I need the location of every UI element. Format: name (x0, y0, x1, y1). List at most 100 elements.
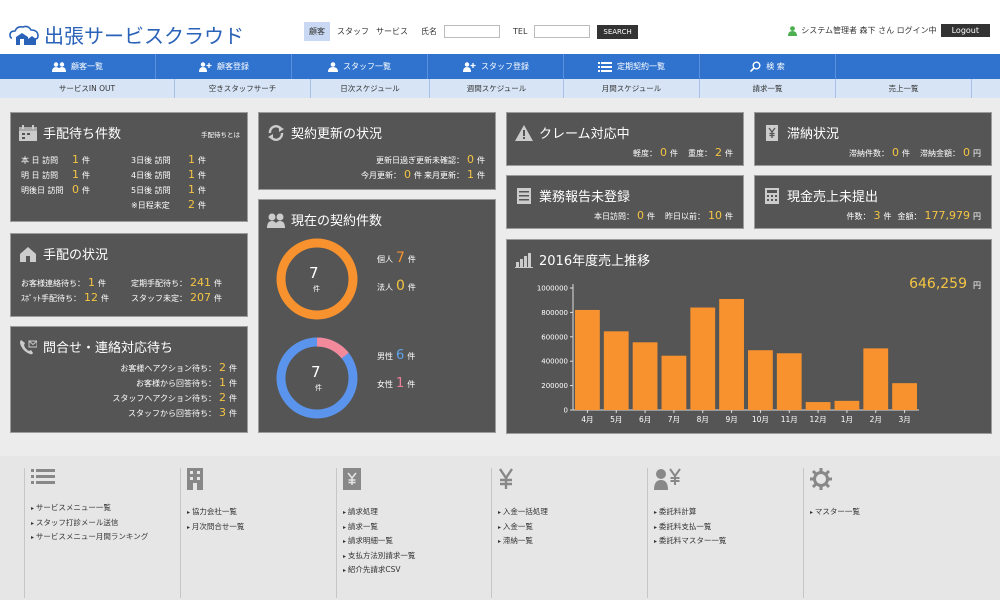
row-value: 3 (873, 209, 881, 222)
row-label: 滞納金額： (920, 149, 960, 158)
tab-customer[interactable]: 顧客 (304, 22, 330, 41)
logout-button[interactable]: Logout (940, 24, 990, 37)
subnav-sales-list[interactable]: 売上一覧 (836, 79, 972, 98)
row-unit: 件 (198, 201, 206, 210)
footer-link[interactable]: 紹介先請求CSV (343, 563, 491, 578)
wait-row: ※日程未定 2 件 (131, 198, 206, 211)
row-unit: 件 (883, 212, 892, 221)
calculator-icon (765, 187, 779, 204)
tehai-wait-card[interactable]: 手配待ち件数 手配待ちとは 本 日 訪問 1 件 明 日 訪問 1 件 明後日 訪問 0 件… (10, 112, 248, 222)
nav-customer-register[interactable]: 顧客登録 (156, 54, 292, 79)
menu-list-icon (31, 469, 55, 484)
row-value: 1 (219, 376, 226, 389)
subnav-service-inout[interactable]: サービスIN OUT (0, 79, 175, 98)
row-unit: 件 (477, 156, 485, 165)
row-unit: 件 (101, 294, 109, 303)
row-unit: 件 (414, 171, 422, 180)
footer-link[interactable]: 委託料マスター一覧 (654, 534, 803, 549)
subnav-invoice-list[interactable]: 請求一覧 (700, 79, 836, 98)
tel-input[interactable] (534, 25, 591, 38)
user-area: システム管理者 森下 さん ログイン中 Logout (788, 24, 990, 37)
bar (690, 307, 716, 410)
subnav-available-staff[interactable]: 空きスタッフサーチ (175, 79, 311, 98)
card-title: 現在の契約件数 (267, 210, 382, 229)
nav-staff-register[interactable]: スタッフ登録 (428, 54, 564, 79)
footer-link[interactable]: サービスメニュー月間ランキング (31, 530, 180, 545)
footer-link[interactable]: 協力会社一覧 (187, 505, 336, 520)
search-button[interactable]: SEARCH (597, 24, 638, 39)
subnav-daily-schedule[interactable]: 日次スケジュール (311, 79, 430, 98)
row-label: お客様連絡待ち： (21, 279, 85, 288)
claim-card[interactable]: クレーム対応中 軽度： 0 件重度： 2 件 (506, 112, 744, 166)
tehai-help-link[interactable]: 手配待ちとは (201, 129, 240, 139)
card-title: クレーム対応中 (515, 123, 630, 142)
y-tick-label: 800000 (541, 309, 568, 317)
tab-staff[interactable]: スタッフ (337, 26, 369, 37)
row-value: 1 (467, 168, 474, 181)
nav-customer-list[interactable]: 顧客一覧 (0, 54, 156, 79)
row-unit: 件 (229, 379, 237, 388)
card-title: 契約更新の状況 (267, 123, 382, 142)
footer-link[interactable]: 入金一括処理 (498, 505, 647, 520)
footer-link[interactable]: 請求一覧 (343, 520, 491, 535)
subnav-empty (972, 79, 1000, 98)
footer-link[interactable]: 滞納一覧 (498, 534, 647, 549)
nav-contract-list[interactable]: 定期契約一覧 (564, 54, 700, 79)
cash-card[interactable]: 現金売上未提出 件数： 3 件金額： 177,979 円 (754, 175, 992, 229)
status-row: 定期手配待ち： 241 件 (131, 276, 222, 289)
footer-link[interactable]: 月次問合せ一覧 (187, 520, 336, 535)
sales-chart-card[interactable]: 2016年度売上推移 646,259 円 0 200000 400000 600000 8… (506, 239, 992, 434)
footer-link[interactable]: マスター一覧 (810, 505, 959, 520)
footer-col-invoice: 請求処理 請求一覧 請求明細一覧 支払方法別請求一覧 紹介先請求CSV (336, 468, 491, 598)
tel-label: TEL (513, 27, 528, 36)
inquiry-card[interactable]: 問合せ・連絡対応待ち お客様へアクション待ち： 2 件 お客様から回答待ち： 1 件 ス… (10, 326, 248, 433)
row-label: ※日程未定 (131, 201, 170, 210)
footer-link[interactable]: スタッフ打診メール送信 (31, 516, 180, 531)
donut2-unit: 件 (315, 384, 322, 392)
x-tick-label: 8月 (697, 415, 709, 424)
footer-link[interactable]: 委託料支払一覧 (654, 520, 803, 535)
row-value: 177,979 (924, 209, 971, 222)
row-value: 1 (396, 376, 405, 391)
row-value: 0 (72, 183, 79, 196)
subnav-weekly-schedule[interactable]: 週間スケジュール (430, 79, 564, 98)
name-input[interactable] (444, 25, 500, 38)
footer-link[interactable]: 入金一覧 (498, 520, 647, 535)
status-row: ｽﾎﾟｯﾄ手配待ち： 12 件 (21, 291, 109, 304)
donut2-total: 7 (311, 363, 321, 381)
logo[interactable]: 出張サービスクラウド (8, 20, 244, 49)
row-value: 1 (72, 153, 79, 166)
row-label: 件数： (846, 212, 871, 221)
row-unit: 件 (229, 394, 237, 403)
female-row: 女性 1 件 (377, 376, 415, 391)
renewal-card[interactable]: 契約更新の状況 更新日過ぎ更新未確認： 0 件 今月更新： 0 件来月更新： 1 件 (258, 112, 496, 190)
arrears-card[interactable]: 滞納状況 滞納件数： 0 件滞納金額： 0 円 (754, 112, 992, 166)
title-text: 現在の契約件数 (291, 214, 383, 229)
individual-row: 個人 7 件 (377, 250, 416, 266)
x-tick-label: 9月 (725, 415, 737, 424)
subnav-monthly-schedule[interactable]: 月間スケジュール (564, 79, 700, 98)
list-icon (598, 61, 612, 72)
row-value: 1 (188, 168, 195, 181)
footer-link[interactable]: 支払方法別請求一覧 (343, 549, 491, 564)
contracts-card[interactable]: 現在の契約件数 7 件 個人 7 件 法人 0 件 7 件 男性 6 件 女性 1 件 (258, 199, 496, 433)
arrears-row: 滞納件数： 0 件滞納金額： 0 円 (849, 146, 981, 159)
nav-search[interactable]: 検 索 (700, 54, 836, 79)
report-card[interactable]: 業務報告未登録 本日訪問： 0 件昨日以前： 10 件 (506, 175, 744, 229)
nav-staff-list[interactable]: スタッフ一覧 (292, 54, 428, 79)
footer-link[interactable]: 委託料計算 (654, 505, 803, 520)
row-value: 1 (188, 153, 195, 166)
building-icon (187, 468, 203, 490)
nav-empty (836, 54, 1000, 79)
footer-link[interactable]: サービスメニュー一覧 (31, 501, 180, 516)
tab-service[interactable]: サービス (376, 26, 408, 37)
x-tick-label: 11月 (781, 415, 798, 424)
title-text: 現金売上未提出 (787, 190, 879, 205)
footer-link[interactable]: 請求明細一覧 (343, 534, 491, 549)
row-label: 個人 (377, 255, 393, 264)
card-title: 問合せ・連絡対応待ち (19, 337, 173, 356)
footer-link[interactable]: 請求処理 (343, 505, 491, 520)
tehai-status-card[interactable]: 手配の状況 お客様連絡待ち： 1 件 ｽﾎﾟｯﾄ手配待ち： 12 件 定期手配待ち： 24… (10, 233, 248, 317)
y-tick-label: 0 (564, 407, 568, 415)
row-label: 明後日 訪問 (21, 186, 64, 195)
